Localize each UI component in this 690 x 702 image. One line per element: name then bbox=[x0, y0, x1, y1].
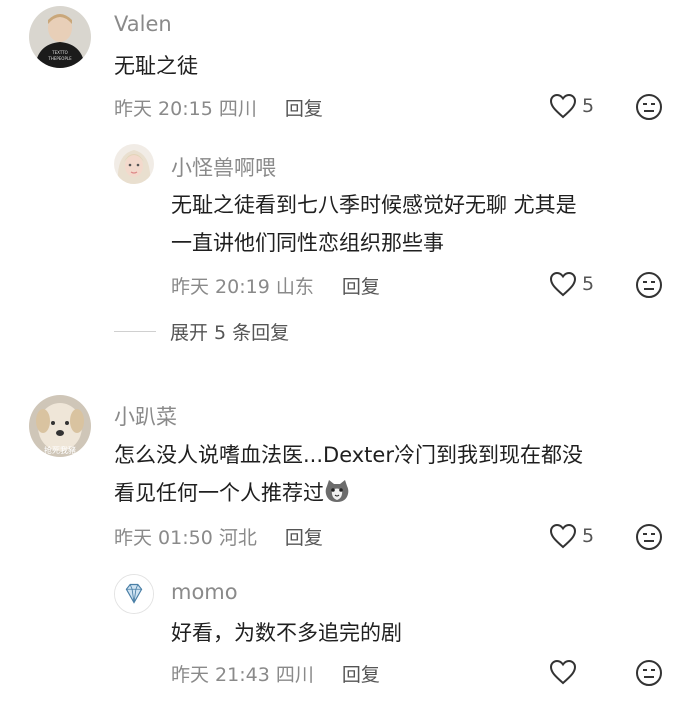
heart-outline-icon bbox=[549, 659, 577, 685]
comment-text-line: 无耻之徒 bbox=[114, 54, 198, 78]
reply-button[interactable]: 回复 bbox=[342, 664, 380, 686]
like-button[interactable] bbox=[549, 659, 577, 685]
like-count: 5 bbox=[582, 525, 595, 547]
avatar-xiaoguaishou[interactable] bbox=[114, 144, 154, 184]
expand-replies-button[interactable]: 展开 5 条回复 bbox=[114, 318, 289, 345]
comment-time: 昨天 01:50 bbox=[114, 527, 213, 549]
avatar-momo[interactable] bbox=[114, 574, 154, 614]
comment-meta: 昨天 20:15 四川 回复 bbox=[114, 94, 323, 121]
cat-face-emoji-icon bbox=[325, 480, 349, 502]
like-count: 5 bbox=[582, 273, 595, 295]
heart-outline-icon bbox=[549, 93, 577, 119]
comment-text: 无耻之徒 bbox=[114, 47, 198, 85]
like-button[interactable]: 5 bbox=[549, 93, 594, 119]
divider bbox=[114, 331, 156, 332]
comment-meta: 昨天 01:50 河北 回复 bbox=[114, 523, 323, 550]
heart-outline-icon bbox=[549, 523, 577, 549]
comment-text-line: 怎么没人说嗜血法医...Dexter冷门到我到现在都没 bbox=[114, 443, 583, 467]
comment-text-line: 看见任何一个人推荐过 bbox=[114, 481, 324, 505]
avatar-shirt-text-2: THEPEOPLE bbox=[47, 56, 72, 61]
reply-button[interactable]: 回复 bbox=[285, 98, 323, 120]
avatar-shirt-text-1: TEXTTO bbox=[51, 50, 68, 55]
reply-button[interactable]: 回复 bbox=[285, 527, 323, 549]
comment-time: 昨天 20:15 bbox=[114, 98, 213, 120]
comment-text-line: 无耻之徒看到七八季时候感觉好无聊 尤其是 bbox=[171, 193, 577, 217]
comment-meta: 昨天 20:19 山东 回复 bbox=[171, 272, 380, 299]
comment-author[interactable]: 小怪兽啊喂 bbox=[171, 152, 276, 182]
unamused-face-icon[interactable] bbox=[635, 523, 663, 551]
comment-text: 好看，为数不多追完的剧 bbox=[171, 614, 402, 652]
comment-location: 四川 bbox=[218, 98, 257, 120]
comment-time: 昨天 20:19 bbox=[171, 276, 270, 298]
avatar-valen[interactable]: TEXTTO THEPEOPLE bbox=[29, 6, 91, 68]
expand-replies-label: 展开 5 条回复 bbox=[170, 322, 290, 344]
like-button[interactable]: 5 bbox=[549, 523, 594, 549]
heart-outline-icon bbox=[549, 271, 577, 297]
comment-text-line: 一直讲他们同性恋组织那些事 bbox=[171, 231, 444, 255]
avatar-caption: 抢死我豬 bbox=[44, 445, 76, 455]
unamused-face-icon[interactable] bbox=[635, 93, 663, 121]
comment-time: 昨天 21:43 bbox=[171, 664, 270, 686]
comment-author[interactable]: 小趴菜 bbox=[114, 401, 177, 431]
avatar-xiaopacai[interactable]: 抢死我豬 bbox=[29, 395, 91, 457]
comment-text: 怎么没人说嗜血法医...Dexter冷门到我到现在都没 看见任何一个人推荐过 bbox=[114, 436, 583, 512]
comment-location: 四川 bbox=[275, 664, 314, 686]
comment-author[interactable]: Valen bbox=[114, 12, 172, 36]
comment-author[interactable]: momo bbox=[171, 580, 238, 604]
like-button[interactable]: 5 bbox=[549, 271, 594, 297]
comment-text: 无耻之徒看到七八季时候感觉好无聊 尤其是 一直讲他们同性恋组织那些事 bbox=[171, 186, 577, 262]
comment-meta: 昨天 21:43 四川 回复 bbox=[171, 660, 380, 687]
unamused-face-icon[interactable] bbox=[635, 659, 663, 687]
comment-text-line: 好看，为数不多追完的剧 bbox=[171, 621, 402, 645]
unamused-face-icon[interactable] bbox=[635, 271, 663, 299]
comment-location: 山东 bbox=[275, 276, 314, 298]
comment-location: 河北 bbox=[218, 527, 257, 549]
like-count: 5 bbox=[582, 95, 595, 117]
reply-button[interactable]: 回复 bbox=[342, 276, 380, 298]
